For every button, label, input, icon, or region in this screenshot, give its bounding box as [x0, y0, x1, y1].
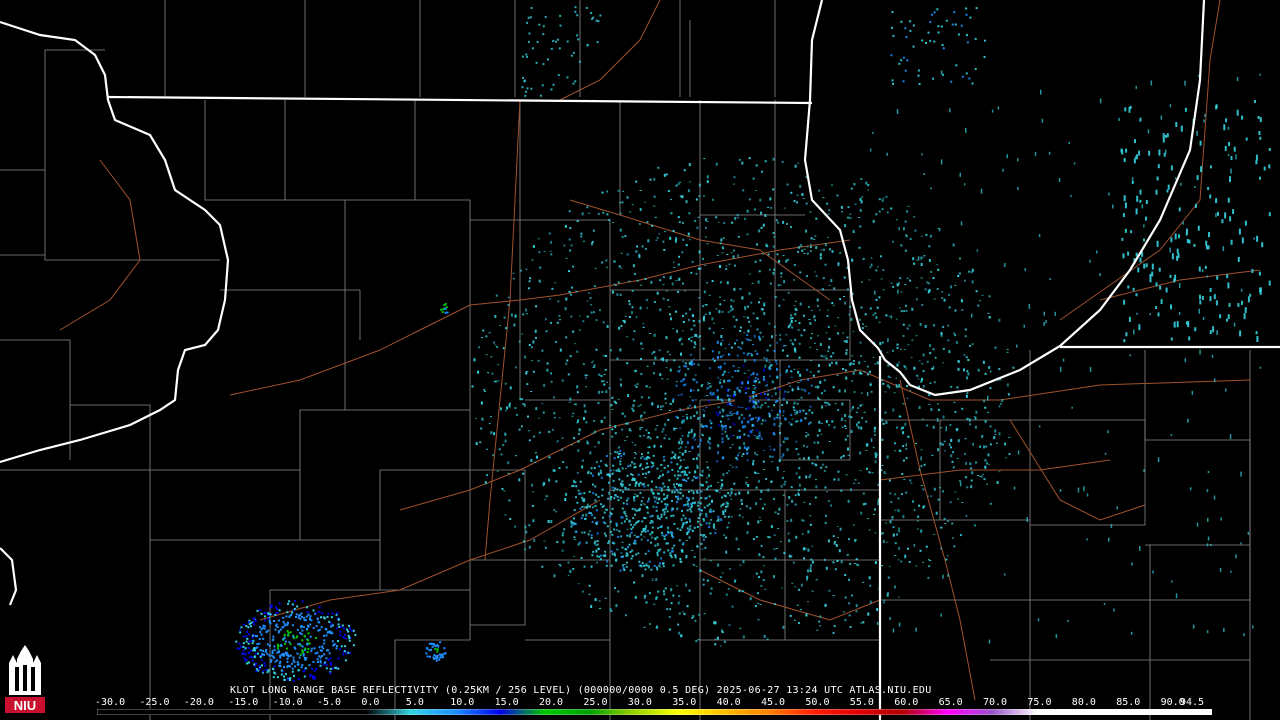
colorbar-ticks: -30.0 -25.0 -20.0 -15.0 -10.0 -5.0 0.0 5.0 10.0 1… — [95, 697, 1205, 708]
colorbar-tick: 20.0 — [539, 697, 564, 708]
colorbar-tick: -10.0 — [272, 697, 303, 708]
colorbar-tick: 0.0 — [361, 697, 380, 708]
colorbar-tick: -25.0 — [139, 697, 170, 708]
colorbar-tick: 60.0 — [894, 697, 919, 708]
colorbar-tick: 80.0 — [1071, 697, 1096, 708]
reflectivity-colorbar — [97, 709, 1212, 715]
product-caption: KLOT LONG RANGE BASE REFLECTIVITY (0.25K… — [230, 685, 932, 696]
colorbar-tick: 25.0 — [583, 697, 608, 708]
radar-map — [0, 0, 1280, 720]
colorbar-tick: -5.0 — [317, 697, 342, 708]
colorbar-tick: 45.0 — [761, 697, 786, 708]
colorbar-tick: 85.0 — [1116, 697, 1141, 708]
colorbar-tick: -20.0 — [183, 697, 214, 708]
colorbar-tick: 10.0 — [450, 697, 475, 708]
colorbar-tick: 94.5 — [1180, 697, 1205, 708]
colorbar-tick: 75.0 — [1027, 697, 1052, 708]
colorbar-tick: -15.0 — [228, 697, 259, 708]
colorbar-tick: 50.0 — [805, 697, 830, 708]
svg-text:NIU: NIU — [14, 698, 36, 713]
niu-logo: NIU — [3, 645, 47, 715]
colorbar-tick: -30.0 — [95, 697, 126, 708]
colorbar-tick: 70.0 — [983, 697, 1008, 708]
colorbar-tick: 55.0 — [849, 697, 874, 708]
colorbar-tick: 30.0 — [627, 697, 652, 708]
colorbar-tick: 40.0 — [716, 697, 741, 708]
colorbar-tick: 35.0 — [672, 697, 697, 708]
radar-site-marker — [735, 393, 749, 407]
colorbar-tick: 5.0 — [405, 697, 424, 708]
colorbar-tick: 65.0 — [938, 697, 963, 708]
colorbar-tick: 15.0 — [494, 697, 519, 708]
